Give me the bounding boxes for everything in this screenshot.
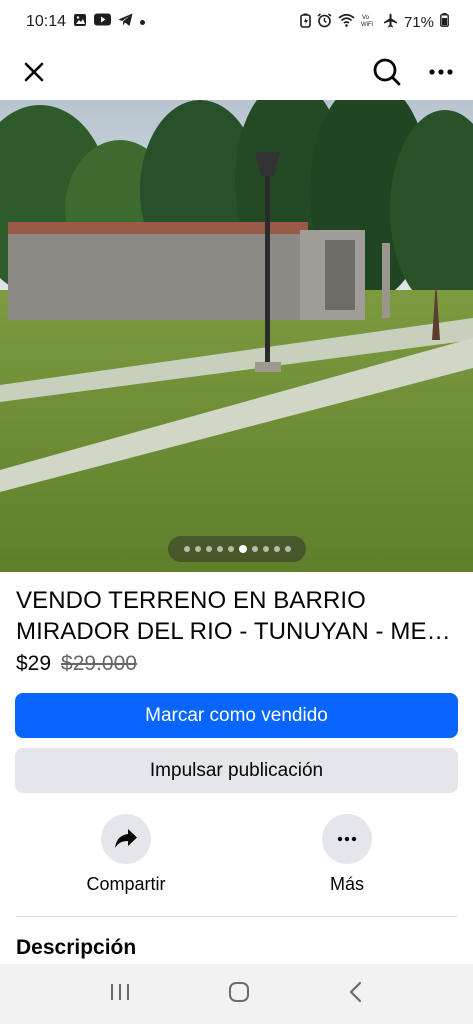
carousel-dot [284, 546, 291, 552]
carousel-dot [251, 546, 258, 552]
more-label: Más [329, 874, 364, 894]
airplane-icon [383, 13, 398, 32]
youtube-icon [94, 13, 112, 31]
battery-saver-icon [300, 13, 311, 32]
carousel-dot-active [238, 545, 247, 553]
svg-text:WiFi: WiFi [361, 22, 373, 27]
action-row: Compartir Más [0, 814, 473, 904]
listing-price: $29 [16, 652, 52, 675]
back-icon[interactable] [348, 981, 364, 1008]
status-time: 10:14 [26, 13, 67, 30]
search-icon[interactable] [369, 54, 405, 90]
status-right: Vo WiFi 71% [300, 12, 449, 32]
app-bar [0, 44, 473, 100]
carousel-dot [262, 546, 269, 552]
close-icon[interactable] [16, 54, 52, 90]
share-button[interactable]: Compartir [56, 814, 196, 895]
carousel-dot [183, 546, 190, 552]
carousel-dot [227, 546, 234, 552]
carousel-dot [205, 546, 212, 552]
carousel-indicator [168, 536, 306, 562]
boost-listing-button[interactable]: Impulsar publicación [15, 748, 458, 793]
status-left: 10:14 [26, 13, 146, 32]
divider [16, 916, 457, 917]
listing-title: VENDO TERRENO EN BARRIO MIRADOR DEL RIO … [16, 585, 462, 647]
wifi-icon [338, 13, 355, 31]
home-icon[interactable] [228, 981, 250, 1008]
share-icon [101, 814, 151, 864]
mark-sold-button[interactable]: Marcar como vendido [15, 693, 458, 738]
svg-text:Vo: Vo [362, 15, 370, 21]
image-icon [73, 13, 87, 32]
battery-icon [440, 13, 449, 31]
battery-percent: 71% [403, 13, 434, 31]
carousel-dot [194, 546, 201, 552]
original-price: $29.000 [61, 652, 137, 675]
system-nav-bar [0, 964, 473, 1024]
more-options-button[interactable]: Más [277, 814, 417, 895]
carousel-dot [273, 546, 280, 552]
carousel-dot [216, 546, 223, 552]
app-bar-actions [369, 54, 459, 90]
more-horizontal-icon[interactable] [423, 54, 459, 90]
description-heading: Descripción [16, 936, 137, 959]
recent-apps-icon[interactable] [109, 982, 131, 1007]
listing-title-line2: MIRADOR DEL RIO - TUNUYAN - MENDOZA [16, 618, 462, 645]
price-row: $29 $29.000 [16, 652, 137, 676]
alarm-icon [317, 12, 332, 32]
telegram-icon [118, 13, 133, 32]
listing-title-line1: VENDO TERRENO EN BARRIO [16, 587, 366, 614]
more-horizontal-icon [322, 814, 372, 864]
listing-photo[interactable] [0, 100, 473, 572]
notification-dot-icon [140, 19, 146, 25]
status-bar: 10:14 Vo WiFi 71% [0, 0, 473, 44]
share-label: Compartir [86, 874, 166, 894]
vowifi-icon: Vo WiFi [361, 13, 377, 31]
